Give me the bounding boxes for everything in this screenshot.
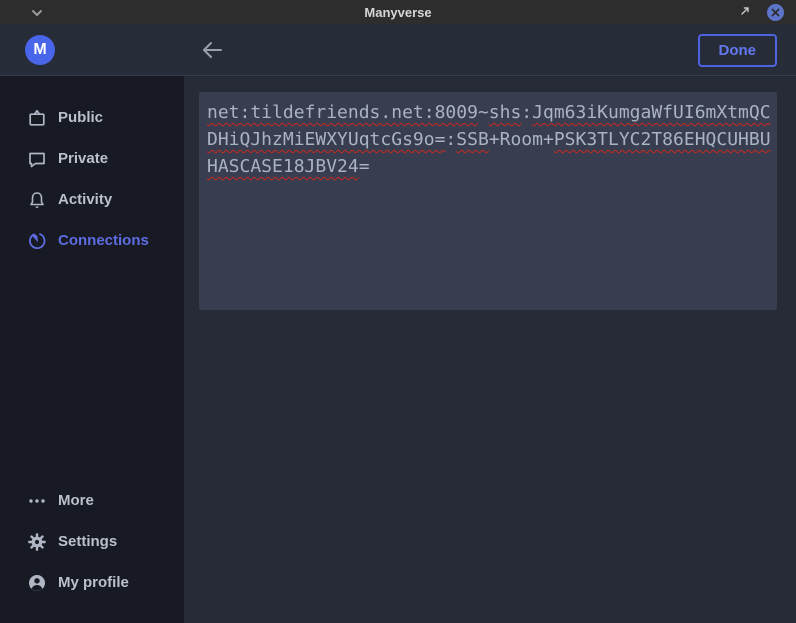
invite-code-segment: PSK3TLYC2T86EHQCUHBU [554,129,771,150]
invite-code-segment: ~ [478,102,489,123]
sidebar-item-public[interactable]: Public [0,97,184,138]
back-arrow-icon [200,38,224,62]
gear-icon [27,532,47,552]
person-circle-icon [27,573,47,593]
invite-code-segment: shs [489,102,522,123]
sidebar-item-my-profile[interactable]: My profile [0,562,184,603]
main-content: net:tildefriends.net:8009~shs:Jqm63iKumg… [184,76,796,623]
message-bubble-icon [27,149,47,169]
sidebar-item-activity[interactable]: Activity [0,179,184,220]
sidebar-item-label: Public [58,109,103,126]
bell-icon [27,190,47,210]
body: Public Private [0,76,796,623]
titlebar: Manyverse [0,0,796,24]
manyverse-window: Manyverse M Done [0,0,796,623]
invite-code-segment: : [445,129,456,150]
connections-gauge-icon [27,231,47,251]
invite-code-segment: +Room+ [489,129,554,150]
invite-code-segment: net:tildefriends.net:8009 [207,102,478,123]
close-icon [771,8,780,17]
sidebar-item-label: Activity [58,191,112,208]
sidebar-item-label: More [58,492,94,509]
sidebar-item-label: My profile [58,574,129,591]
invite-code-line: DHiQJhzMiEWXYUqtcGs9o=:SSB+Room+PSK3TLYC… [207,126,769,153]
invite-code-line: net:tildefriends.net:8009~shs:Jqm63iKumg… [207,99,769,126]
window-title: Manyverse [364,5,431,20]
invite-code-segment: HASCASE18JBV24 [207,156,359,177]
sidebar: Public Private [0,76,184,623]
invite-code-segment: : [521,102,532,123]
back-button[interactable] [200,38,224,62]
invite-code-input[interactable]: net:tildefriends.net:8009~shs:Jqm63iKumg… [199,92,777,310]
sidebar-item-connections[interactable]: Connections [0,220,184,261]
sidebar-item-private[interactable]: Private [0,138,184,179]
bulletin-board-icon [27,108,47,128]
sidebar-item-label: Connections [58,232,149,249]
app-header: M Done [0,24,796,76]
invite-code-segment: SSB [456,129,489,150]
invite-code-segment: = [359,156,370,177]
ellipsis-icon [27,491,47,511]
window-controls [724,0,784,24]
restore-icon [740,5,751,16]
sidebar-spacer [0,261,184,480]
sidebar-item-label: Private [58,150,108,167]
close-button[interactable] [767,4,784,21]
done-button[interactable]: Done [698,34,778,67]
sidebar-footer-group: More [0,480,184,603]
sidebar-main-group: Public Private [0,97,184,261]
invite-code-segment: Jqm63iKumgaWfUI6mXtmQC [532,102,770,123]
sidebar-item-settings[interactable]: Settings [0,521,184,562]
logo-letter: M [33,41,46,59]
invite-code-line: HASCASE18JBV24= [207,153,769,180]
restore-button[interactable] [740,3,751,21]
sidebar-item-label: Settings [58,533,117,550]
manyverse-logo: M [25,35,55,65]
sidebar-item-more[interactable]: More [0,480,184,521]
invite-code-segment: DHiQJhzMiEWXYUqtcGs9o= [207,129,445,150]
window-menu-chevron-icon[interactable] [30,6,44,18]
